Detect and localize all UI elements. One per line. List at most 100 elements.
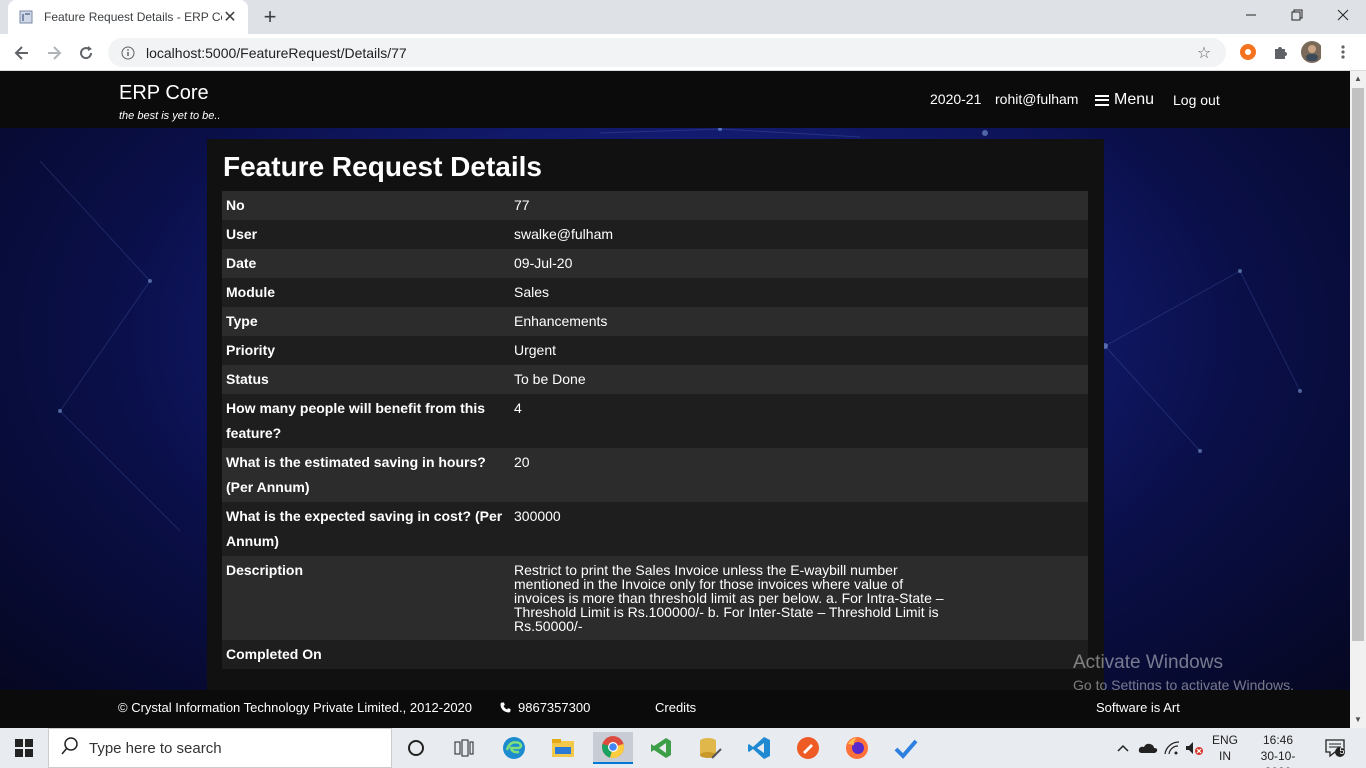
brand-title[interactable]: ERP Core xyxy=(119,82,209,105)
details-table: No 77 User swalke@fulham Date 09-Jul-20 … xyxy=(222,191,1088,669)
row-label: Date xyxy=(222,249,510,278)
credits-link[interactable]: Credits xyxy=(655,700,696,715)
minimize-button[interactable] xyxy=(1228,0,1274,30)
file-explorer-icon[interactable] xyxy=(543,732,583,764)
scroll-up-arrow-icon[interactable]: ▲ xyxy=(1350,71,1366,87)
edge-browser-icon[interactable] xyxy=(494,732,534,764)
browser-tab[interactable]: Feature Request Details - ERP Co ✕ xyxy=(8,0,248,34)
row-value: 20 xyxy=(510,448,1088,502)
firefox-icon[interactable] xyxy=(837,732,877,764)
new-tab-button[interactable]: + xyxy=(258,5,282,29)
table-row: Status To be Done xyxy=(222,365,1088,394)
app-footer: © Crystal Information Technology Private… xyxy=(0,690,1350,728)
table-row: Completed On xyxy=(222,640,1088,669)
close-window-button[interactable] xyxy=(1320,0,1366,30)
extension-orange-icon[interactable] xyxy=(1238,42,1258,62)
row-label: Status xyxy=(222,365,510,394)
notification-count: 5 xyxy=(1339,746,1345,756)
description-text: Restrict to print the Sales Invoice unle… xyxy=(514,562,944,634)
tab-close-icon[interactable]: ✕ xyxy=(222,7,238,27)
row-label: How many people will benefit from this f… xyxy=(222,394,510,448)
table-row: Description Restrict to print the Sales … xyxy=(222,556,1088,640)
table-row: What is the expected saving in cost? (Pe… xyxy=(222,502,1088,556)
extensions-puzzle-icon[interactable] xyxy=(1270,42,1290,62)
profile-avatar[interactable] xyxy=(1301,41,1321,63)
details-card: Feature Request Details No 77 User swalk… xyxy=(207,139,1104,694)
table-row: Priority Urgent xyxy=(222,336,1088,365)
language-code: ENG xyxy=(1211,733,1238,747)
notification-center-icon[interactable]: 5 xyxy=(1320,728,1350,768)
search-placeholder: Type here to search xyxy=(89,739,222,757)
back-arrow-icon[interactable] xyxy=(9,40,35,66)
row-label: No xyxy=(222,191,510,220)
onedrive-cloud-icon[interactable] xyxy=(1137,728,1159,768)
row-value: Urgent xyxy=(510,336,1088,365)
todo-app-icon[interactable] xyxy=(886,732,926,764)
financial-year-link[interactable]: 2020-21 xyxy=(930,91,981,107)
row-value: To be Done xyxy=(510,365,1088,394)
page-viewport: ERP Core the best is yet to be.. 2020-21… xyxy=(0,71,1350,728)
postman-icon[interactable] xyxy=(788,732,828,764)
system-clock[interactable]: 16:46 30-10-2020 xyxy=(1248,732,1308,768)
row-label: What is the expected saving in cost? (Pe… xyxy=(222,502,510,556)
table-row: No 77 xyxy=(222,191,1088,220)
table-row: How many people will benefit from this f… xyxy=(222,394,1088,448)
row-value: 300000 xyxy=(510,502,1088,556)
table-row: Date 09-Jul-20 xyxy=(222,249,1088,278)
logout-link[interactable]: Log out xyxy=(1173,92,1220,108)
site-info-icon[interactable] xyxy=(120,45,136,61)
chrome-icon[interactable] xyxy=(593,732,633,764)
cortana-icon[interactable] xyxy=(396,732,436,764)
row-label: User xyxy=(222,220,510,249)
menu-button[interactable]: Menu xyxy=(1095,91,1154,109)
input-language-indicator[interactable]: ENG IN xyxy=(1210,732,1240,764)
show-hidden-icons-chevron-icon[interactable] xyxy=(1114,728,1132,768)
phone-number: 9867357300 xyxy=(518,700,591,715)
row-label: Completed On xyxy=(222,640,510,669)
row-value: 4 xyxy=(510,394,1088,448)
phone-icon xyxy=(500,702,511,713)
wifi-icon[interactable] xyxy=(1163,728,1181,768)
row-value: 77 xyxy=(510,191,1088,220)
browser-toolbar: localhost:5000/FeatureRequest/Details/77… xyxy=(0,34,1366,71)
brand-tagline: the best is yet to be.. xyxy=(119,110,221,122)
vscode-icon[interactable] xyxy=(739,732,779,764)
database-tool-icon[interactable] xyxy=(690,732,730,764)
table-row: Type Enhancements xyxy=(222,307,1088,336)
row-value: Sales xyxy=(510,278,1088,307)
visual-studio-icon[interactable] xyxy=(641,732,681,764)
task-view-icon[interactable] xyxy=(444,732,484,764)
tab-title: Feature Request Details - ERP Co xyxy=(44,10,222,24)
scroll-down-arrow-icon[interactable]: ▼ xyxy=(1350,712,1366,728)
volume-muted-icon[interactable] xyxy=(1184,728,1206,768)
restore-button[interactable] xyxy=(1274,0,1320,30)
page-favicon-icon xyxy=(18,9,34,25)
row-value: 09-Jul-20 xyxy=(510,249,1088,278)
row-value: swalke@fulham xyxy=(510,220,1088,249)
hamburger-icon xyxy=(1095,94,1109,106)
row-label: Priority xyxy=(222,336,510,365)
app-header: ERP Core the best is yet to be.. 2020-21… xyxy=(0,71,1350,128)
scroll-thumb[interactable] xyxy=(1352,88,1364,641)
windows-taskbar: Type here to search ENG IN 16:46 30-10- … xyxy=(0,728,1366,768)
forward-arrow-icon[interactable] xyxy=(41,40,67,66)
row-label: Description xyxy=(222,556,510,640)
table-row: What is the estimated saving in hours? (… xyxy=(222,448,1088,502)
row-label: Module xyxy=(222,278,510,307)
address-bar[interactable]: localhost:5000/FeatureRequest/Details/77… xyxy=(108,38,1226,67)
clock-date: 30-10-2020 xyxy=(1260,749,1296,768)
phone-contact: 9867357300 xyxy=(500,700,590,715)
row-label: What is the estimated saving in hours? (… xyxy=(222,448,510,502)
footer-motto: Software is Art xyxy=(1096,700,1180,715)
taskbar-search-box[interactable]: Type here to search xyxy=(48,728,392,768)
bookmark-star-icon[interactable]: ☆ xyxy=(1194,43,1214,63)
browser-menu-icon[interactable] xyxy=(1333,42,1353,62)
copyright-text: © Crystal Information Technology Private… xyxy=(118,700,473,715)
row-value-description: Restrict to print the Sales Invoice unle… xyxy=(510,556,1088,640)
page-scrollbar[interactable]: ▲ ▼ xyxy=(1350,71,1366,728)
page-title: Feature Request Details xyxy=(223,151,542,182)
windows-start-icon[interactable] xyxy=(0,728,48,768)
table-row: Module Sales xyxy=(222,278,1088,307)
user-link[interactable]: rohit@fulham xyxy=(995,91,1078,107)
reload-icon[interactable] xyxy=(73,40,99,66)
